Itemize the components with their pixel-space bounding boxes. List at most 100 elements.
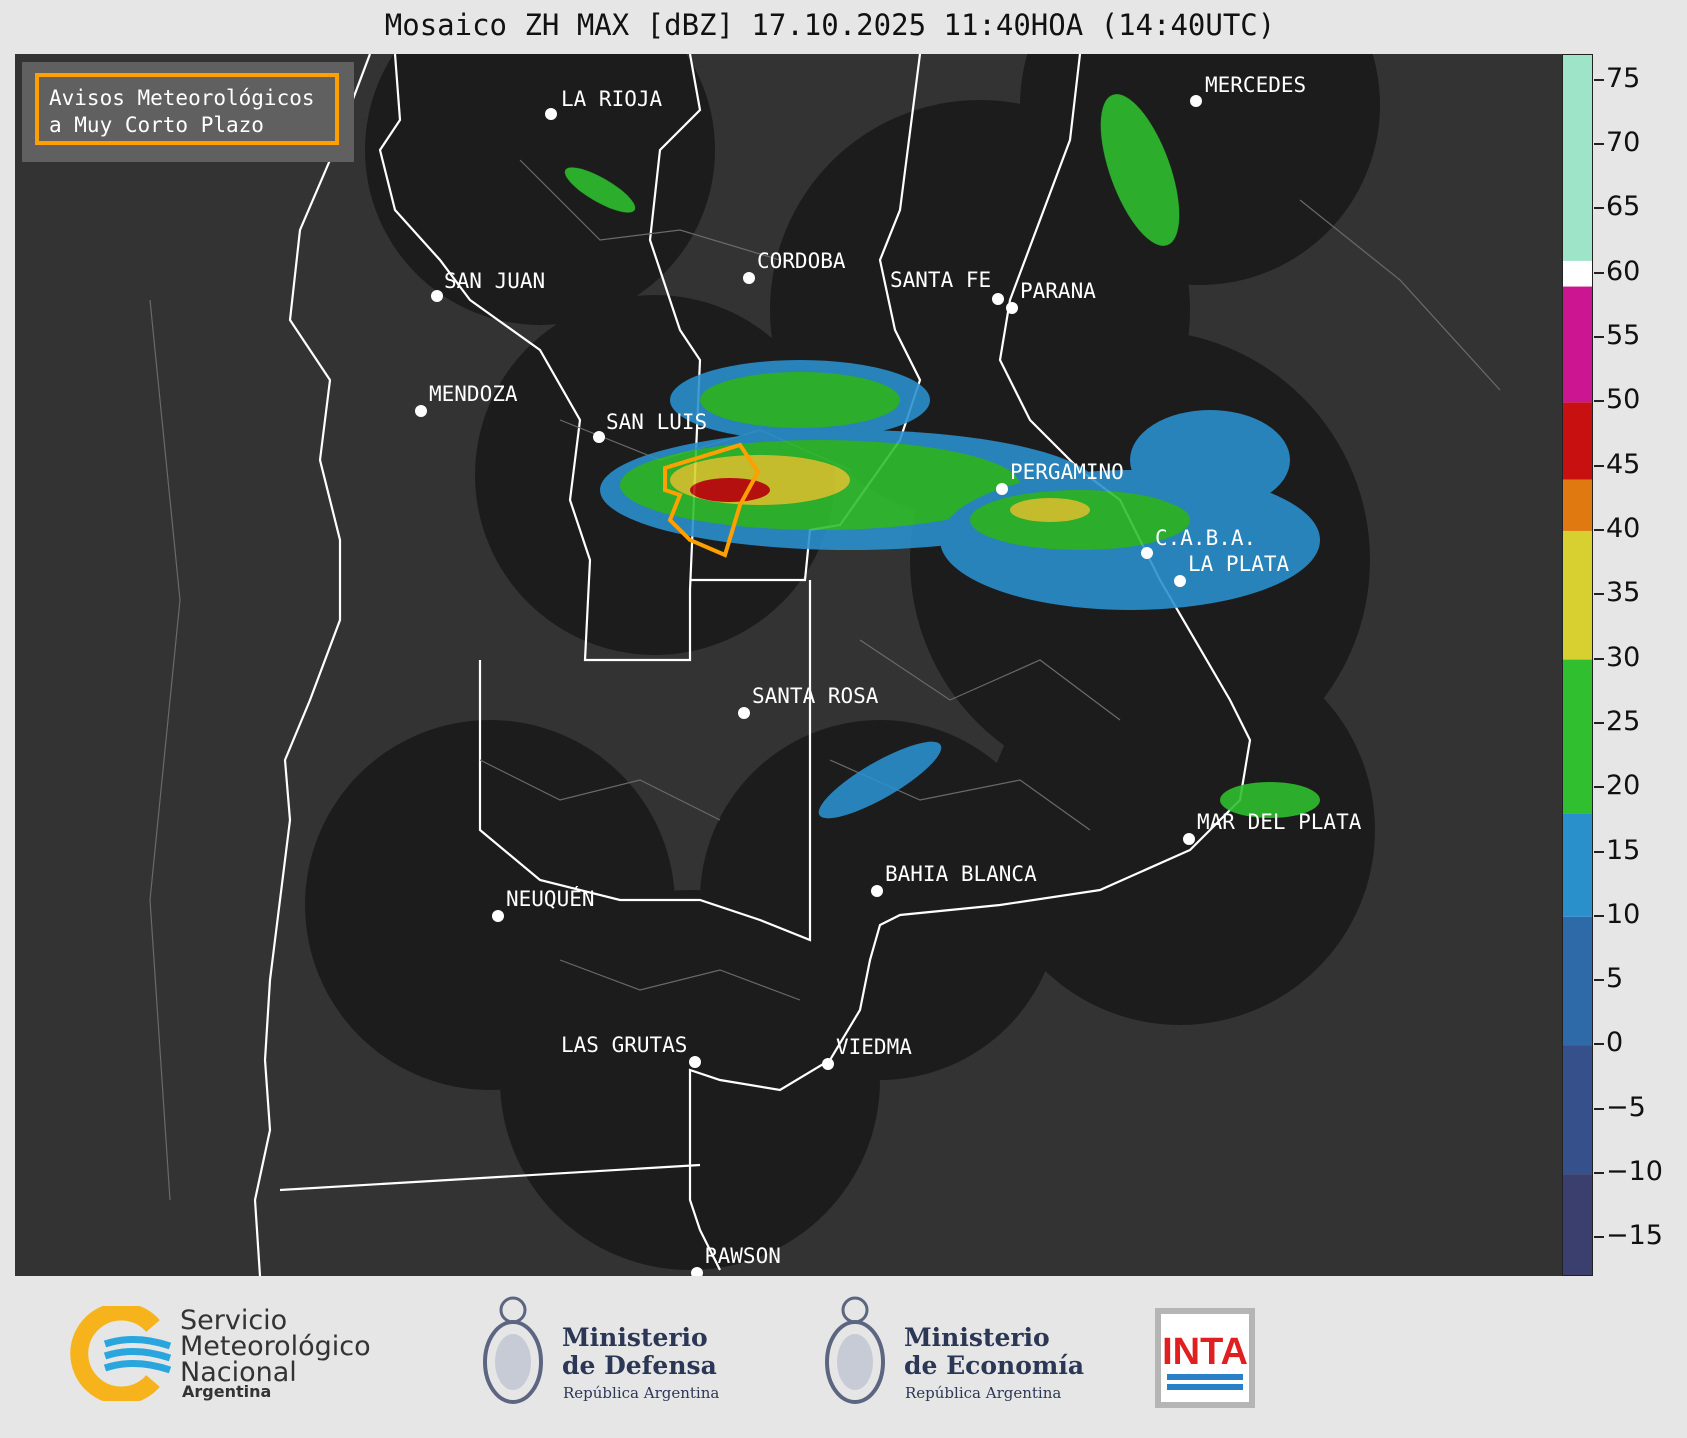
colorbar-tick (1594, 78, 1604, 81)
colorbar-tick-label: 20 (1606, 770, 1641, 802)
economia-sub: República Argentina (905, 1384, 1062, 1402)
colorbar-tick (1594, 464, 1604, 467)
colorbar-tick (1594, 786, 1604, 789)
colorbar-segment (1563, 260, 1592, 287)
colorbar-tick (1594, 528, 1604, 531)
warning-legend-text: Avisos Meteorológicos a Muy Corto Plazo (35, 73, 339, 145)
colorbar-tick (1594, 1043, 1604, 1046)
city-label: LA RIOJA (561, 87, 663, 111)
city-marker (822, 1058, 834, 1070)
colorbar-tick-label: 15 (1606, 834, 1641, 866)
colorbar-tick (1594, 143, 1604, 146)
colorbar-tick (1594, 1107, 1604, 1110)
economia-line-1: Ministerio (904, 1323, 1050, 1352)
colorbar-tick-label: 5 (1606, 963, 1624, 995)
colorbar-tick (1594, 271, 1604, 274)
colorbar-segment (1563, 479, 1592, 531)
colorbar-tick-label: 45 (1606, 448, 1641, 480)
colorbar-tick-label: 30 (1606, 641, 1641, 673)
city-marker (871, 885, 883, 897)
colorbar-segment (1563, 659, 1592, 814)
logos-footer: Servicio Meteorológico Nacional Argentin… (0, 1276, 1687, 1438)
colorbar-tick-label: −10 (1606, 1156, 1663, 1188)
city-marker (1006, 302, 1018, 314)
economia-line-2: de Economía (904, 1351, 1085, 1380)
colorbar-tick-label: 10 (1606, 898, 1641, 930)
colorbar-segment (1563, 916, 1592, 1046)
colorbar-tick (1594, 850, 1604, 853)
colorbar-segment (1563, 402, 1592, 480)
city-marker (1141, 547, 1153, 559)
city-label: LAS GRUTAS (561, 1033, 687, 1057)
colorbar-segment (1563, 1045, 1592, 1175)
colorbar-tick-label: −15 (1606, 1220, 1663, 1252)
warning-line-1: Avisos Meteorológicos (49, 86, 315, 110)
coat-of-arms-icon (825, 1296, 885, 1404)
city-marker (689, 1056, 701, 1068)
city-label: RAWSON (705, 1244, 781, 1268)
city-label: MERCEDES (1205, 73, 1306, 97)
city-label: SANTA FE (890, 268, 991, 292)
inta-logo-icon: INTA (1155, 1308, 1255, 1408)
economia-name: Ministerio de Economía (904, 1324, 1084, 1380)
city-label: C.A.B.A. (1155, 526, 1256, 550)
city-label: NEUQUÉN (506, 886, 595, 911)
city-marker (996, 483, 1008, 495)
colorbar-tick (1594, 979, 1604, 982)
smn-country: Argentina (182, 1382, 272, 1401)
colorbar-tick (1594, 1236, 1604, 1239)
defensa-line-2: de Defensa (562, 1351, 717, 1380)
city-label: SANTA ROSA (752, 684, 879, 708)
colorbar-tick-label: 0 (1606, 1027, 1624, 1059)
dbz-colorbar (1562, 54, 1593, 1276)
city-label: MAR DEL PLATA (1197, 810, 1362, 834)
city-label: PARANA (1020, 279, 1096, 303)
defensa-sub: República Argentina (563, 1384, 720, 1402)
city-marker (743, 272, 755, 284)
city-label: VIEDMA (836, 1035, 912, 1059)
colorbar-tick-label: 60 (1606, 255, 1641, 287)
radar-map[interactable]: LA RIOJA SAN JUAN CORDOBA SANTA FE PARANA MER… (15, 54, 1562, 1276)
city-label: PERGAMINO (1010, 460, 1124, 484)
city-marker (415, 405, 427, 417)
city-label: CORDOBA (757, 249, 846, 273)
colorbar-tick-label: 50 (1606, 384, 1641, 416)
colorbar-tick (1594, 657, 1604, 660)
city-marker (1174, 575, 1186, 587)
defensa-line-1: Ministerio (562, 1323, 708, 1352)
colorbar-tick (1594, 1172, 1604, 1175)
city-marker (545, 108, 557, 120)
city-marker (431, 290, 443, 302)
city-marker (1190, 95, 1202, 107)
colorbar-tick-label: 35 (1606, 577, 1641, 609)
colorbar-segment (1563, 530, 1592, 660)
colorbar-tick-label: 75 (1606, 62, 1641, 94)
coat-of-arms-icon (483, 1296, 543, 1404)
colorbar-segment (1563, 55, 1592, 261)
colorbar-segment (1563, 813, 1592, 917)
city-label: SAN JUAN (444, 269, 545, 293)
inta-text: INTA (1162, 1331, 1248, 1373)
city-label: MENDOZA (429, 382, 518, 406)
colorbar-tick (1594, 335, 1604, 338)
colorbar-tick-label: 55 (1606, 319, 1641, 351)
colorbar-segment (1563, 286, 1592, 403)
defensa-name: Ministerio de Defensa (562, 1324, 717, 1380)
colorbar-tick-label: 65 (1606, 191, 1641, 223)
colorbar-tick-label: −5 (1606, 1091, 1646, 1123)
map-title: Mosaico ZH MAX [dBZ] 17.10.2025 11:40HOA… (384, 8, 1276, 42)
colorbar-tick (1594, 207, 1604, 210)
warning-line-2: a Muy Corto Plazo (49, 113, 264, 137)
colorbar-tick (1594, 721, 1604, 724)
city-label: SAN LUIS (606, 410, 707, 434)
city-marker (593, 431, 605, 443)
city-marker (738, 707, 750, 719)
city-marker (1183, 833, 1195, 845)
colorbar-tick-label: 70 (1606, 127, 1641, 159)
colorbar-tick-label: 40 (1606, 512, 1641, 544)
city-label: BAHIA BLANCA (885, 862, 1037, 886)
colorbar-tick (1594, 914, 1604, 917)
city-marker (992, 293, 1004, 305)
colorbar-tick (1594, 400, 1604, 403)
smn-name: Servicio Meteorológico Nacional (180, 1307, 371, 1386)
